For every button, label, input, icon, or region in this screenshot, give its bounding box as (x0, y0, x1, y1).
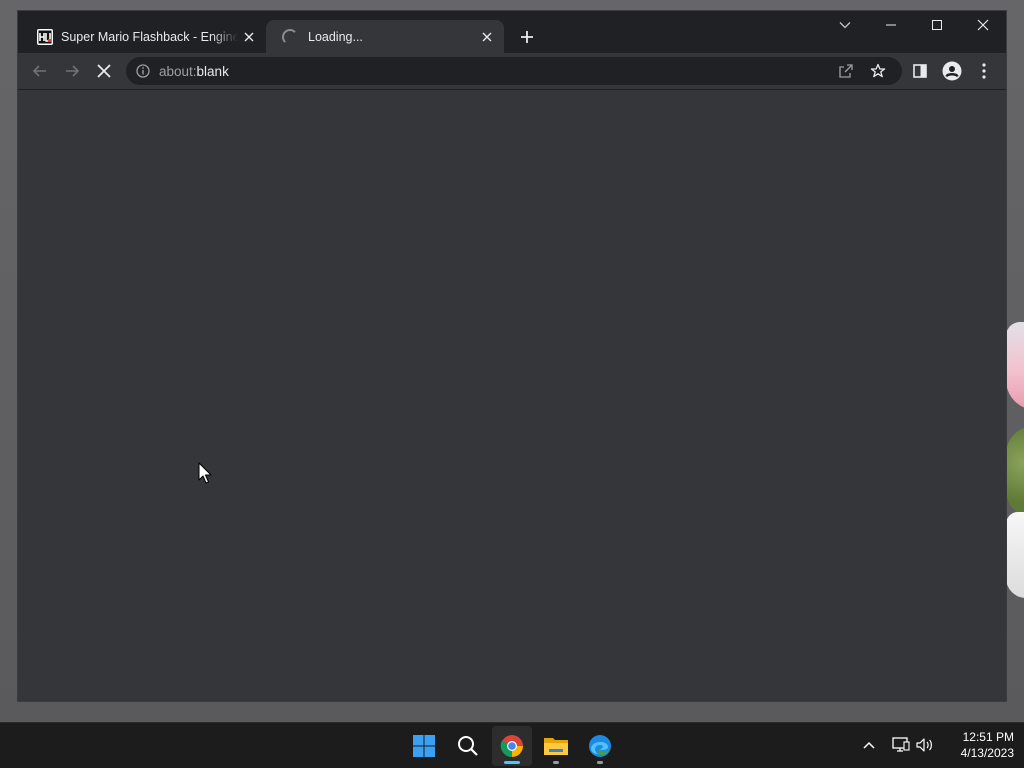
show-hidden-icons-button[interactable] (858, 734, 880, 756)
tab-super-mario[interactable]: Super Mario Flashback - Engine T (28, 20, 266, 53)
tab-strip: Super Mario Flashback - Engine T Loading… (18, 11, 1006, 53)
running-indicator (597, 761, 603, 764)
profile-icon (942, 61, 962, 81)
url-scheme: about: (159, 63, 197, 79)
chrome-icon (500, 735, 523, 757)
tab-title: Super Mario Flashback - Engine T (61, 29, 238, 44)
taskbar: 12:51 PM 4/13/2023 (0, 722, 1024, 768)
url-host: blank (196, 63, 229, 79)
plus-icon (521, 31, 533, 43)
close-icon (977, 19, 989, 31)
chevron-down-icon (839, 22, 851, 29)
wallpaper-flower-pot (1006, 322, 1024, 602)
search-icon (458, 736, 478, 756)
new-tab-button[interactable] (514, 24, 540, 50)
info-icon[interactable] (135, 63, 151, 79)
volume-button[interactable] (914, 734, 936, 756)
mouse-cursor-icon (198, 462, 212, 484)
running-indicator (553, 761, 559, 764)
clock-time: 12:51 PM (962, 730, 1014, 744)
system-clock[interactable]: 12:51 PM 4/13/2023 (944, 729, 1014, 761)
clock-date: 4/13/2023 (960, 746, 1014, 760)
star-icon (870, 63, 886, 78)
start-button[interactable] (404, 726, 444, 766)
loading-spinner-icon (282, 28, 298, 45)
network-button[interactable] (890, 734, 912, 756)
close-window-button[interactable] (960, 11, 1006, 39)
active-indicator (504, 761, 520, 764)
forward-button[interactable] (58, 57, 86, 85)
maximize-icon (932, 20, 942, 30)
chevron-up-icon (863, 741, 875, 749)
more-vert-icon (982, 63, 986, 79)
arrow-left-icon (32, 65, 46, 77)
taskbar-file-explorer[interactable] (536, 726, 576, 766)
folder-icon (544, 738, 568, 755)
side-panel-button[interactable] (906, 57, 934, 85)
tab-title: Loading... (308, 29, 363, 44)
taskbar-chrome[interactable] (492, 726, 532, 766)
back-button[interactable] (26, 57, 54, 85)
tab-search-button[interactable] (822, 11, 868, 39)
arrow-right-icon (66, 65, 80, 77)
url-text[interactable]: about:blank (159, 64, 229, 79)
minimize-button[interactable] (868, 11, 914, 39)
maximize-button[interactable] (914, 11, 960, 39)
mario-game-favicon (37, 28, 53, 45)
volume-icon (916, 738, 932, 752)
tab-loading[interactable]: Loading... (266, 20, 504, 53)
page-content-area[interactable] (18, 90, 1006, 701)
network-icon (892, 737, 910, 752)
windows-start-icon (413, 735, 435, 757)
close-icon[interactable] (476, 26, 498, 48)
chrome-window: Super Mario Flashback - Engine T Loading… (18, 11, 1006, 701)
share-button[interactable] (832, 57, 860, 85)
share-icon (839, 64, 853, 78)
search-button[interactable] (448, 726, 488, 766)
profile-button[interactable] (938, 57, 966, 85)
menu-button[interactable] (970, 57, 998, 85)
close-icon[interactable] (238, 26, 260, 48)
browser-toolbar: about:blank (18, 53, 1006, 89)
taskbar-edge[interactable] (580, 726, 620, 766)
close-icon (97, 64, 111, 78)
side-panel-icon (913, 64, 927, 78)
edge-icon (589, 735, 611, 757)
bookmark-button[interactable] (864, 57, 892, 85)
stop-loading-button[interactable] (90, 57, 118, 85)
address-bar[interactable]: about:blank (126, 57, 902, 85)
minimize-icon (886, 24, 896, 26)
